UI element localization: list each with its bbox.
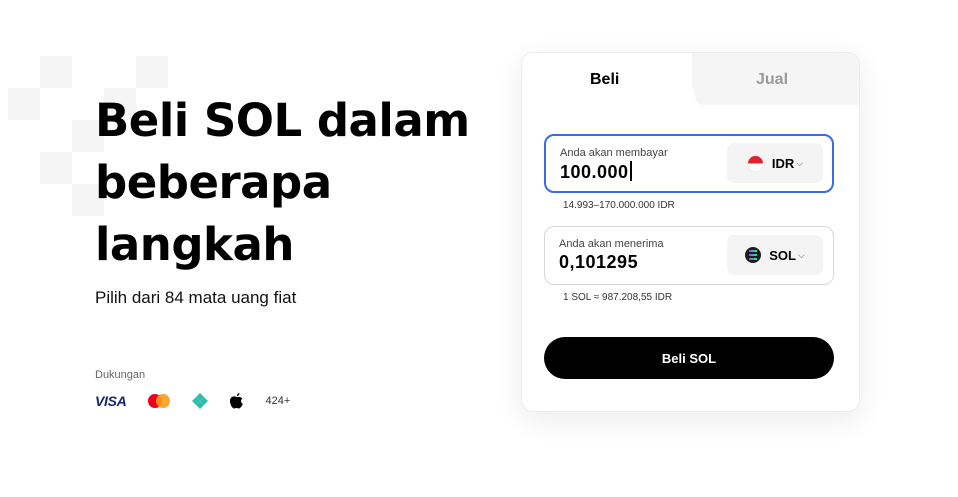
tab-sell[interactable]: Jual (756, 71, 788, 89)
text-caret (629, 161, 632, 181)
decorative-square (136, 56, 168, 88)
payment-methods: VISA 424+ (95, 390, 312, 412)
buy-widget: Beli Jual Anda akan membayar 100.000 IDR… (521, 52, 860, 412)
pay-currency-selector[interactable]: IDR ⌵ (727, 143, 823, 183)
decorative-square (8, 88, 40, 120)
hero-subtitle: Pilih dari 84 mata uang fiat (95, 288, 297, 307)
title-line: langkah (95, 218, 294, 271)
receive-amount-field[interactable]: Anda akan menerima 0,101295 SOL ⌵ (544, 226, 834, 285)
chevron-down-icon: ⌵ (797, 249, 805, 260)
solana-icon (745, 247, 762, 263)
pay-range-hint: 14.993–170.000.000 IDR (563, 200, 675, 211)
pix-icon (192, 393, 209, 409)
pay-currency-code: IDR (771, 155, 795, 171)
visa-logo: VISA (95, 393, 127, 409)
buy-sol-button[interactable]: Beli SOL (544, 337, 834, 379)
title-line: beberapa (95, 156, 332, 209)
pay-amount-field[interactable]: Anda akan membayar 100.000 IDR ⌵ (544, 134, 834, 193)
pay-amount-input[interactable]: 100.000 (560, 161, 632, 183)
tab-buy[interactable]: Beli (590, 71, 619, 89)
pay-amount-value: 100.000 (560, 162, 629, 182)
support-label: Dukungan (95, 369, 146, 381)
page-title: Beli SOL dalam beberapa langkah (95, 90, 475, 276)
exchange-rate-hint: 1 SOL ≈ 987.208,55 IDR (563, 292, 673, 303)
decorative-square (40, 152, 72, 184)
more-methods-count: 424+ (265, 395, 291, 407)
apple-icon (230, 393, 244, 409)
decorative-square (40, 56, 72, 88)
receive-currency-code: SOL (769, 247, 796, 263)
receive-amount-value: 0,101295 (559, 252, 639, 272)
pay-amount-label: Anda akan membayar (560, 147, 668, 159)
mastercard-icon (148, 394, 171, 408)
chevron-down-icon: ⌵ (796, 157, 804, 168)
title-line: Beli SOL dalam (95, 94, 470, 147)
receive-amount-label: Anda akan menerima (559, 238, 664, 250)
receive-currency-selector[interactable]: SOL ⌵ (727, 235, 823, 275)
indonesia-flag-icon (746, 154, 764, 172)
